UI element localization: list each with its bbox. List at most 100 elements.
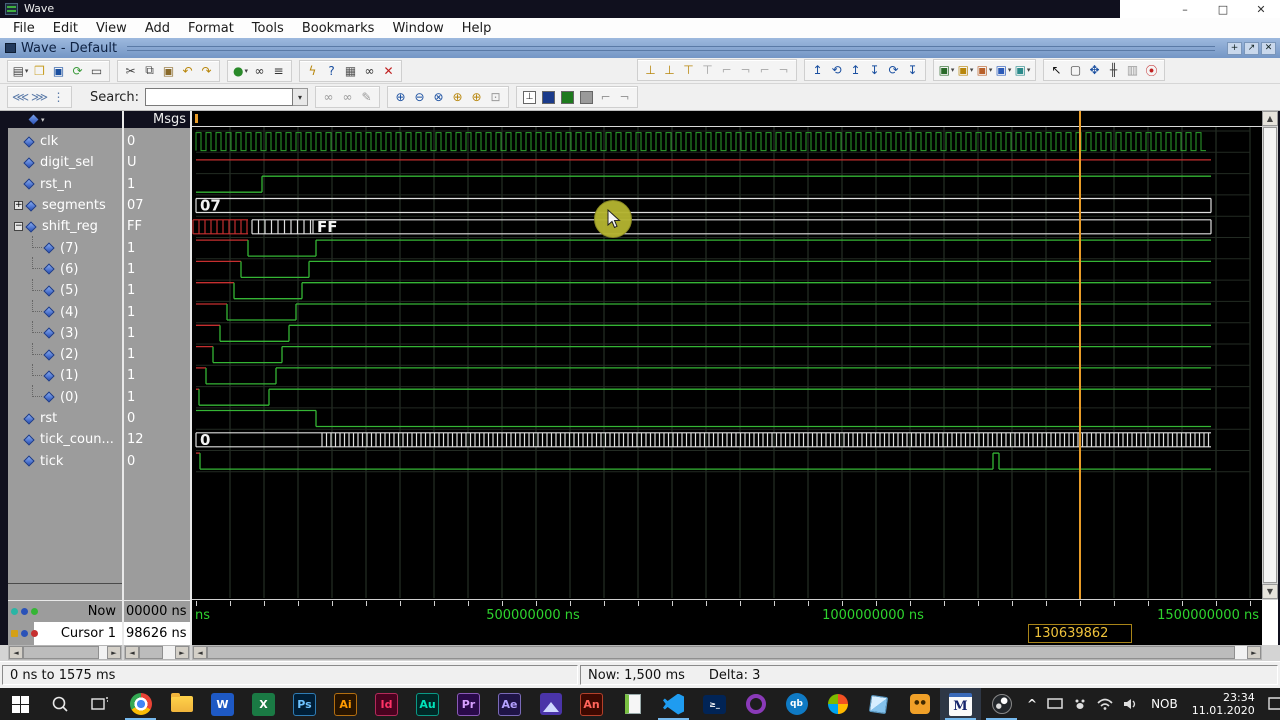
scroll-up-icon[interactable]: ▲ [1262,111,1278,126]
signal-value-row[interactable]: 07 [124,195,190,216]
wave-color1-icon[interactable]: ▣ ▾ [937,60,956,80]
names-scrollbar[interactable]: ◄ ► [8,645,122,660]
file-explorer-icon[interactable] [161,688,202,720]
wave-color2-icon-dropdown[interactable]: ▾ [970,66,974,74]
run-icon-dropdown[interactable]: ▾ [244,67,248,75]
wave-color5-icon[interactable]: ▣ ▾ [1013,60,1032,80]
display-icon[interactable] [1047,698,1063,710]
tray-expand-icon[interactable]: ^ [1027,697,1037,711]
signal-row--3-[interactable]: (3) [8,321,122,344]
expand-toggle-icon[interactable]: − [14,222,23,232]
chrome-icon[interactable] [120,688,161,720]
wave-color1-icon-dropdown[interactable]: ▾ [951,66,955,74]
last-edge-icon[interactable]: ↧ [903,60,922,80]
edge-gray4-icon[interactable]: ¬ [774,60,793,80]
robot-app-icon[interactable] [899,688,940,720]
menu-window[interactable]: Window [383,21,452,36]
wave-color4-icon[interactable]: ▣ ▾ [994,60,1013,80]
new-file-icon-dropdown[interactable]: ▾ [25,67,29,75]
zoom-out-icon[interactable]: ⊖ [410,87,429,107]
collapse-sel-icon[interactable]: ⋙ [30,87,49,107]
gray-block-icon[interactable] [580,90,594,104]
volume-icon[interactable] [1123,698,1139,710]
insert-cursor-icon[interactable]: ⊥ [523,90,537,104]
signal-name-column[interactable]: clk digit_sel rst_n + segments − shift_reg (7) (… [8,111,122,600]
photo-app-icon[interactable] [530,688,571,720]
signal-row-tick-coun-[interactable]: tick_coun... [8,429,122,450]
cursor-pair-icon[interactable]: ╫ [1104,60,1123,80]
signal-row-shift-reg[interactable]: − shift_reg [8,216,122,237]
signal-value-column[interactable]: 0 U 1 07 FF 1 1 1 1 1 1 1 1 0 12 0 [124,111,190,600]
grid-mode-icon[interactable]: ▥ [1123,60,1142,80]
wave-color3-icon-dropdown[interactable]: ▾ [989,66,993,74]
start-button[interactable] [0,688,40,720]
notification-icon[interactable] [1267,697,1280,711]
insert-time-icon[interactable]: ⊤ [679,60,698,80]
delete-icon[interactable]: ✕ [379,61,398,81]
word-icon[interactable]: W [202,688,243,720]
menu-view[interactable]: View [87,21,136,36]
wave-dock-button[interactable]: + [1227,41,1242,55]
signal-row-clk[interactable]: clk [8,131,122,152]
vertical-scroll-thumb[interactable] [1263,127,1277,583]
modelsim-icon[interactable]: M [940,688,981,720]
wifi-icon[interactable] [1097,698,1113,710]
cursor-time-box[interactable]: 130639862 [1028,624,1132,643]
reload-wave-icon[interactable]: ⟳ [884,60,903,80]
now-row[interactable]: Now [8,600,122,622]
signal-row-tick[interactable]: tick [8,451,122,472]
signal-value-row[interactable]: 0 [124,451,190,472]
signal-value-row[interactable]: 1 [124,323,190,344]
print-icon[interactable]: ▭ [87,61,106,81]
save-icon[interactable]: ▣ [49,61,68,81]
memory-grid-icon[interactable]: ▦ [341,61,360,81]
cursor-row[interactable]: Cursor 1 [8,622,122,645]
toggle-leaf-icon[interactable]: ⋮ [49,87,68,107]
scroll-down-icon[interactable]: ▼ [1262,584,1278,599]
windows-app-icon[interactable] [817,688,858,720]
notes-app-icon[interactable] [612,688,653,720]
signal-row-segments[interactable]: + segments [8,195,122,216]
open-file-icon[interactable]: ❒ [30,61,49,81]
wave-undock-button[interactable]: ↗ [1244,41,1259,55]
premiere-icon[interactable]: Pr [448,688,489,720]
cube-app-icon[interactable] [858,688,899,720]
menu-help[interactable]: Help [453,21,501,36]
chevron-down-icon[interactable]: ▾ [41,116,45,124]
column-separator-1[interactable] [122,111,124,645]
menu-format[interactable]: Format [179,21,243,36]
binoculars-icon[interactable]: ∞ [360,61,379,81]
illustrator-icon[interactable]: Ai [325,688,366,720]
purple-app-icon[interactable] [735,688,776,720]
signal-value-row[interactable]: 1 [124,280,190,301]
signal-value-row[interactable]: 1 [124,259,190,280]
menu-add[interactable]: Add [136,21,179,36]
cursor-lock-icon[interactable] [11,630,18,637]
audition-icon[interactable]: Au [407,688,448,720]
expand-toggle-icon[interactable]: + [14,201,23,211]
after-effects-icon[interactable]: Ae [489,688,530,720]
wave-vertical-scrollbar[interactable]: ▲ ▼ [1262,111,1278,600]
excel-icon[interactable]: X [243,688,284,720]
photoshop-icon[interactable]: Ps [284,688,325,720]
signal-row--4-[interactable]: (4) [8,300,122,322]
animate-icon[interactable]: An [571,688,612,720]
paste-time-icon[interactable]: ⊥ [660,60,679,80]
taskbar-clock[interactable]: 23:34 11.01.2020 [1192,691,1255,717]
timeline-area[interactable]: ns 500000000 ns 1000000000 ns 1500000000 ns… [192,600,1262,645]
msgs-column-header[interactable]: Msgs [124,111,190,128]
edge-gray1-icon[interactable]: ⌐ [717,60,736,80]
maximize-button[interactable]: □ [1204,0,1242,18]
lock-cursor-icon[interactable] [542,90,556,104]
undo-icon[interactable]: ↶ [178,61,197,81]
paw-icon[interactable] [1073,698,1087,710]
signal-row--1-[interactable]: (1) [8,363,122,386]
named-cursor-icon[interactable] [561,90,575,104]
run-icon[interactable]: ● ▾ [231,61,250,81]
signal-row-digit-sel[interactable]: digit_sel [8,152,122,173]
signal-row--5-[interactable]: (5) [8,278,122,301]
reload-icon[interactable]: ⟳ [68,61,87,81]
prev-transition-icon[interactable]: ↥ [808,60,827,80]
wave-color2-icon[interactable]: ▣ ▾ [956,60,975,80]
signal-value-row[interactable]: 0 [124,131,190,152]
